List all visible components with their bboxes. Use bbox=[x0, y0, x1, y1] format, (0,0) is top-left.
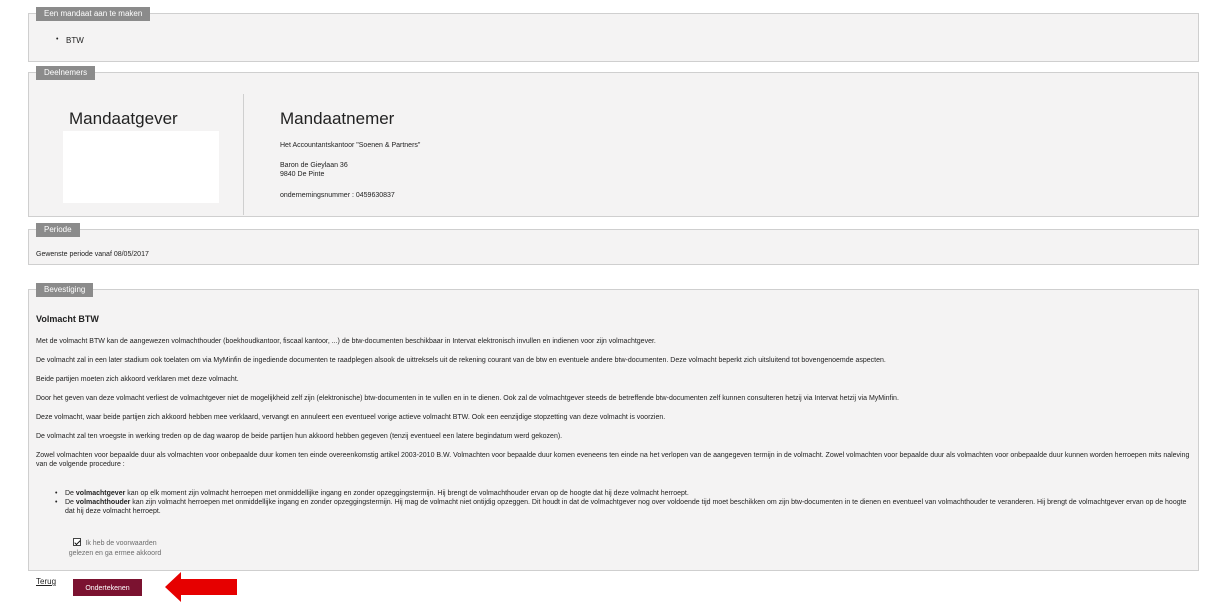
column-divider bbox=[243, 94, 244, 215]
red-arrow-icon bbox=[165, 572, 237, 602]
paragraph: Door het geven van deze volmacht verlies… bbox=[36, 395, 899, 402]
mandaatnemer-company-number: ondernemingsnummer : 0459630837 bbox=[280, 192, 395, 199]
mandaatgever-card bbox=[63, 131, 219, 203]
deelnemers-panel: Deelnemers Mandaatgever Mandaatnemer Het… bbox=[28, 66, 1199, 218]
list-item: De volmachthouder kan zijn volmacht herr… bbox=[55, 498, 1195, 516]
agree-checkbox[interactable] bbox=[73, 538, 82, 546]
mandaatgever-title: Mandaatgever bbox=[69, 109, 178, 128]
agree-label-line1: Ik heb de voorwaarden bbox=[85, 540, 157, 547]
paragraph: Beide partijen moeten zich akkoord verkl… bbox=[36, 376, 239, 383]
paragraph: Met de volmacht BTW kan de aangewezen vo… bbox=[36, 338, 656, 345]
bevestiging-legend: Bevestiging bbox=[36, 283, 94, 297]
periode-text: Gewenste periode vanaf 08/05/2017 bbox=[36, 251, 149, 258]
agree-checkbox-group[interactable]: Ik heb de voorwaarden gelezen en ga erme… bbox=[55, 538, 175, 559]
list-item: De volmachtgever kan op elk moment zijn … bbox=[55, 489, 1195, 498]
volmacht-title: Volmacht BTW bbox=[36, 314, 99, 324]
periode-panel: Periode Gewenste periode vanaf 08/05/201… bbox=[28, 223, 1199, 265]
mandaat-panel: Een mandaat aan te maken BTW bbox=[28, 7, 1199, 62]
mandaatnemer-street: Baron de Gieylaan 36 bbox=[280, 162, 348, 169]
mandaatgever-column: Mandaatgever bbox=[29, 73, 243, 218]
mandaat-item-btw: BTW bbox=[56, 36, 84, 45]
mandaatnemer-city: 9840 De Pinte bbox=[280, 171, 325, 178]
list-item-bold: volmachtgever bbox=[75, 490, 126, 497]
paragraph: De volmacht zal ten vroegste in werking … bbox=[36, 433, 563, 440]
mandaatnemer-title: Mandaatnemer bbox=[280, 109, 395, 128]
sign-button[interactable]: Ondertekenen bbox=[73, 579, 142, 596]
mandaatnemer-column: Mandaatnemer Het Accountantskantoor "Soe… bbox=[280, 109, 420, 199]
paragraph: Zowel volmachten voor bepaalde duur als … bbox=[36, 452, 1190, 468]
paragraph: De volmacht zal in een later stadium ook… bbox=[36, 357, 886, 364]
agree-label-line2: gelezen en ga ermee akkoord bbox=[68, 550, 162, 557]
back-link[interactable]: Terug bbox=[36, 577, 56, 586]
mandaat-list: BTW bbox=[56, 36, 84, 45]
periode-legend: Periode bbox=[36, 223, 80, 237]
paragraph: Deze volmacht, waar beide partijen zich … bbox=[36, 414, 666, 421]
mandaatnemer-name: Het Accountantskantoor "Soenen & Partner… bbox=[280, 142, 421, 149]
list-item-bold: volmachthouder bbox=[75, 499, 131, 506]
herroeping-list: De volmachtgever kan op elk moment zijn … bbox=[55, 489, 1195, 516]
mandaat-legend: Een mandaat aan te maken bbox=[36, 7, 151, 21]
bevestiging-panel: Bevestiging Volmacht BTW Met de volmacht… bbox=[28, 283, 1199, 571]
